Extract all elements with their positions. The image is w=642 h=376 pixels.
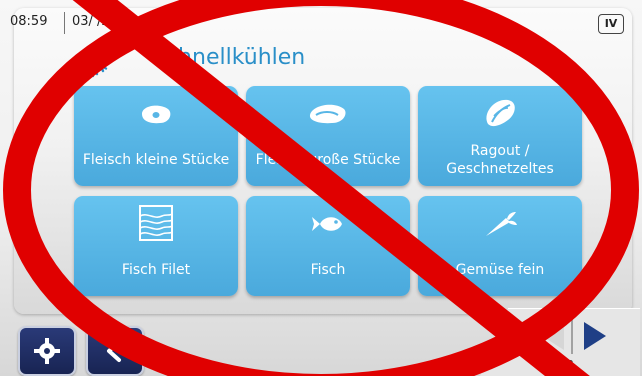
tile-label: Fleisch große Stücke — [255, 152, 401, 168]
page-indicator: 1/3 — [556, 358, 574, 371]
ragout-icon — [486, 99, 515, 127]
meat-small-icon — [142, 105, 171, 124]
tile-label: Fisch — [310, 262, 346, 278]
fish-fillet-icon — [139, 205, 173, 241]
date-display: 03/ /2021 — [72, 14, 135, 29]
tile-fleisch-kleine-stuecke[interactable]: Fleisch kleine Stücke — [74, 86, 238, 186]
tile-fisch-filet[interactable]: Fisch Filet — [74, 196, 238, 296]
back-button[interactable] — [86, 326, 144, 376]
tile-label: Fleisch kleine Stücke — [82, 152, 230, 168]
tile-label: Ragout / Geschnetzeltes — [446, 143, 554, 177]
meat-large-icon — [309, 104, 346, 124]
fish-icon — [312, 217, 342, 231]
tile-gemuese-fein[interactable]: Gemüse fein — [418, 196, 582, 296]
tile-label: Gemüse fein — [455, 262, 545, 278]
clock-time: 08:59 — [10, 14, 48, 29]
carrot-icon — [486, 212, 517, 236]
status-divider — [64, 12, 65, 34]
tile-fleisch-grosse-stuecke[interactable]: Fleisch große Stücke — [246, 86, 410, 186]
tile-ragout-geschnetzeltes[interactable]: Ragout / Geschnetzeltes — [418, 86, 582, 186]
mode-badge[interactable]: IV — [598, 14, 624, 34]
gear-icon — [34, 338, 60, 364]
snowflake-icon — [78, 44, 108, 78]
tile-fisch[interactable]: Fisch — [246, 196, 410, 296]
back-chevron-icon — [107, 340, 121, 362]
screen: 08:59 03/ /2021 IV Schnellkühlen Fleisch… — [0, 0, 642, 376]
page-title: Schnellkühlen — [152, 45, 306, 70]
settings-button[interactable] — [18, 326, 76, 376]
tile-label: Fisch Filet — [121, 262, 191, 278]
